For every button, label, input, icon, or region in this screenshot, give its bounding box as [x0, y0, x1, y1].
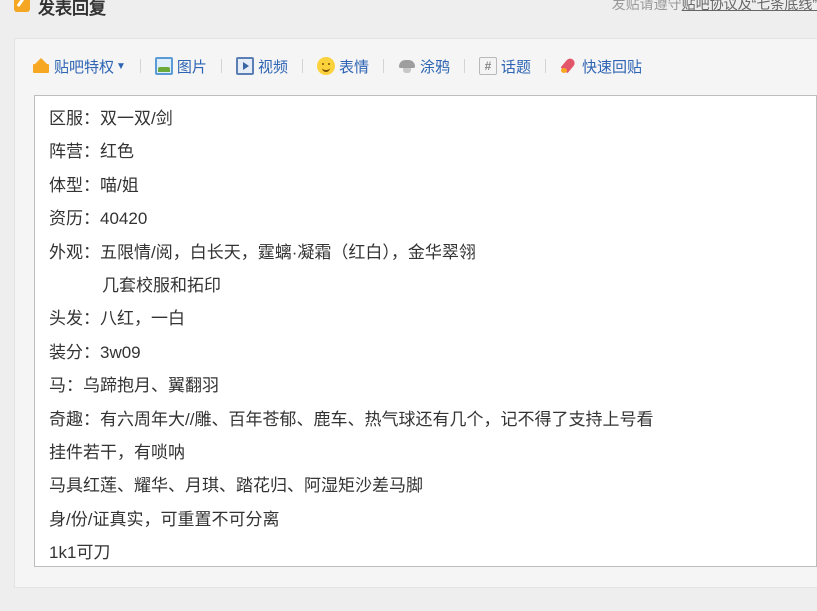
topic-label: 话题 — [500, 58, 531, 76]
editor-line: 几套校服和拓印 — [102, 276, 221, 296]
quick-reply-button[interactable]: 快速回贴 — [560, 56, 642, 77]
video-button[interactable]: 视频 — [235, 56, 288, 77]
posting-notice: 发贴请遵守贴吧协议及“七条底线” — [612, 0, 817, 14]
emoji-button[interactable]: 表情 — [316, 56, 369, 77]
doodle-label: 涂鸦 — [419, 58, 450, 76]
editor-line: 区服：双一双/剑 — [49, 109, 173, 128]
editor-line: 挂件若干，有唢呐 — [49, 443, 185, 463]
reply-header: 发表回复 发贴请遵守贴吧协议及“七条底线” — [0, 0, 817, 26]
privilege-label: 贴吧特权 — [54, 58, 115, 76]
reply-editor[interactable]: 区服：双一双/剑 阵营：红色 体型：喵/姐 资历：40420 外观：五限情/阅，… — [34, 95, 817, 567]
topic-button[interactable]: # 话题 — [478, 56, 531, 77]
reply-panel: 贴吧特权 ▼ 图片 视频 表情 涂鸦 # 话题 快速回贴 区服：双一双/剑 阵营… — [14, 38, 817, 588]
picture-button[interactable]: 图片 — [154, 56, 207, 77]
emoji-label: 表情 — [338, 58, 369, 76]
chevron-down-icon: ▼ — [116, 60, 126, 72]
editor-line: 装分：3w09 — [49, 342, 141, 362]
editor-line: 马具红莲、耀华、月琪、踏花归、阿湿矩沙差马脚 — [49, 476, 423, 496]
toolbar-divider — [545, 59, 546, 73]
toolbar-divider — [139, 59, 141, 73]
toolbar-divider — [220, 59, 222, 73]
reply-title: 发表回复 — [38, 0, 106, 18]
editor-line: 头发：八红，一白 — [49, 309, 185, 329]
edit-icon — [14, 0, 30, 12]
picture-icon — [154, 57, 173, 75]
editor-line: 外观：五限情/阅，白长天，霆螭·凝霜（红白），金华翠翎 — [49, 242, 476, 262]
editor-line: 资历：40420 — [49, 209, 148, 229]
editor-line: 身/份/证真实，可重置不可分离 — [49, 509, 280, 529]
hashtag-icon: # — [478, 57, 497, 75]
editor-line: 1k1可刀 — [49, 543, 111, 563]
picture-label: 图片 — [176, 58, 207, 76]
rocket-icon — [560, 57, 578, 75]
notice-prefix: 发贴请遵守 — [611, 0, 682, 12]
editor-line: 奇趣：有六周年大//雕、百年苍郁、鹿车、热气球还有几个，记不得了支持上号看 — [49, 409, 654, 429]
video-label: 视频 — [257, 58, 288, 76]
agreement-link[interactable]: 贴吧协议及“七条底线” — [682, 0, 817, 12]
editor-toolbar: 贴吧特权 ▼ 图片 视频 表情 涂鸦 # 话题 快速回贴 — [32, 53, 642, 79]
video-icon — [235, 57, 254, 75]
quick-reply-label: 快速回贴 — [582, 58, 643, 76]
editor-line: 体型：喵/姐 — [49, 175, 139, 195]
toolbar-divider — [463, 59, 465, 73]
editor-line: 阵营：红色 — [49, 142, 134, 162]
crown-icon — [32, 57, 50, 75]
smiley-icon — [316, 57, 335, 75]
toolbar-divider — [301, 59, 303, 73]
toolbar-divider — [382, 59, 384, 73]
doodle-button[interactable]: 涂鸦 — [398, 56, 450, 77]
privilege-button[interactable]: 贴吧特权 ▼ — [32, 56, 126, 77]
brush-icon — [398, 57, 416, 75]
editor-line: 马：乌蹄抱月、翼翻羽 — [49, 376, 219, 396]
